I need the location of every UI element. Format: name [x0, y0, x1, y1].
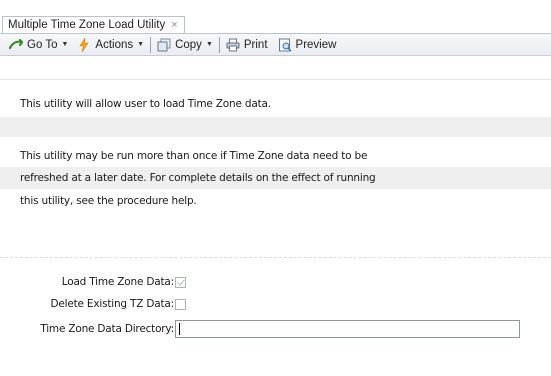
delete-tz-label: Delete Existing TZ Data:: [50, 298, 174, 310]
delete-tz-checkbox[interactable]: [175, 298, 186, 310]
utility-content: This utility will allow user to load Tim…: [0, 56, 551, 376]
actions-button[interactable]: Actions ▼: [74, 35, 147, 55]
directory-label: Time Zone Data Directory:: [40, 323, 174, 335]
directory-input[interactable]: [175, 320, 520, 338]
print-button[interactable]: Print: [223, 35, 271, 55]
description-line-3: this utility, see the procedure help.: [20, 195, 197, 207]
preview-icon: [278, 38, 292, 52]
description-intro: This utility will allow user to load Tim…: [20, 98, 271, 110]
toolbar-separator: [150, 36, 152, 53]
copy-button[interactable]: Copy ▼: [154, 35, 216, 55]
tab-multiple-time-zone-load-utility[interactable]: Multiple Time Zone Load Utility ×: [2, 16, 185, 33]
actions-label: Actions: [95, 38, 134, 51]
goto-arrow-icon: [8, 38, 26, 52]
chevron-down-icon: ▼: [205, 41, 213, 48]
chevron-down-icon: ▼: [137, 41, 145, 48]
printer-icon: [226, 38, 240, 52]
preview-button[interactable]: Preview: [275, 35, 340, 55]
goto-label: Go To: [27, 38, 58, 51]
delete-tz-row: Delete Existing TZ Data:: [0, 295, 551, 313]
section-divider: [0, 257, 551, 258]
print-label: Print: [243, 38, 268, 51]
divider: [0, 79, 551, 80]
chevron-down-icon: ▼: [61, 41, 69, 48]
text-caret: [179, 323, 180, 335]
tab-title: Multiple Time Zone Load Utility: [8, 19, 166, 31]
load-tz-row: Load Time Zone Data:: [0, 273, 551, 291]
close-icon[interactable]: ×: [171, 19, 177, 31]
directory-row: Time Zone Data Directory:: [0, 320, 551, 338]
load-tz-checkbox[interactable]: [175, 276, 186, 288]
copy-icon: [157, 38, 171, 52]
description-line-1: This utility may be run more than once i…: [20, 150, 368, 162]
copy-label: Copy: [175, 38, 202, 51]
toolbar-separator: [218, 36, 220, 53]
toolbar: Go To ▼ Actions ▼ Copy ▼ Print Preview: [0, 34, 551, 56]
preview-label: Preview: [295, 38, 337, 51]
lightning-icon: [77, 37, 91, 52]
description-line-2: refreshed at a later date. For complete …: [0, 167, 551, 189]
blank-shaded-row: [0, 117, 551, 137]
goto-button[interactable]: Go To ▼: [6, 35, 71, 55]
tab-strip: Multiple Time Zone Load Utility ×: [0, 0, 551, 33]
load-tz-label: Load Time Zone Data:: [61, 276, 174, 288]
